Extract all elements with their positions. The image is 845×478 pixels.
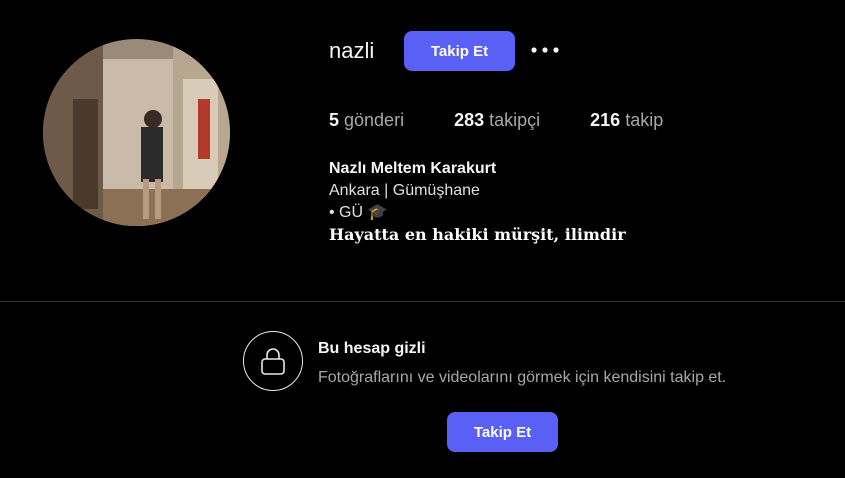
follow-button[interactable]: Takip Et [404,31,515,71]
bio-school: • GÜ 🎓 [329,204,388,221]
profile-bio: Nazlı Meltem Karakurt Ankara | Gümüşhane… [329,158,626,246]
following-count: 216 [590,110,621,130]
profile-avatar[interactable] [43,39,230,226]
lock-icon-circle [243,331,303,391]
following-label: takip [625,110,664,130]
profile-username: nazli [329,38,375,63]
follow-button-bottom[interactable]: Takip Et [447,412,558,452]
stat-posts: 5 gönderi [329,110,404,131]
posts-count: 5 [329,110,340,130]
profile-stats: 5 gönderi 283 takipçi 216 takip [329,110,713,131]
more-options-button[interactable] [530,38,560,62]
followers-count: 283 [454,110,485,130]
full-name: Nazlı Meltem Karakurt [329,160,497,177]
lock-icon [261,348,285,375]
followers-label: takipçi [489,110,541,130]
section-divider [0,301,845,302]
avatar-photo [43,39,230,226]
stat-followers[interactable]: 283 takipçi [454,110,540,131]
posts-label: gönderi [344,110,405,130]
stat-following[interactable]: 216 takip [590,110,663,131]
private-account-subtitle: Fotoğraflarını ve videolarını görmek içi… [318,369,727,386]
private-account-title: Bu hesap gizli [318,340,426,357]
bio-quote: Hayatta en hakiki mürşit, ilimdir [329,225,626,244]
bio-location: Ankara | Gümüşhane [329,182,480,199]
more-options-icon [531,47,559,53]
